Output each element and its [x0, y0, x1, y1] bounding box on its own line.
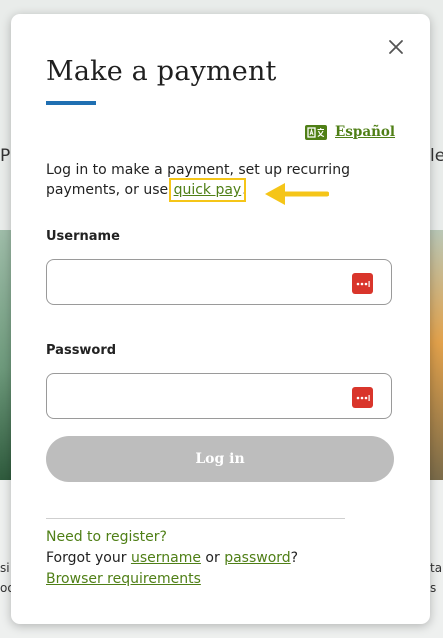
background-link-left-1: si — [0, 561, 10, 575]
quick-pay-link[interactable]: quick pay — [168, 178, 247, 202]
background-link-right-1: ta — [430, 561, 443, 575]
forgot-username-link[interactable]: username — [131, 550, 201, 566]
forgot-or: or — [200, 550, 225, 566]
login-button[interactable]: Log in — [46, 436, 394, 482]
password-field[interactable] — [46, 373, 392, 419]
translate-icon — [305, 124, 327, 140]
password-manager-button-username[interactable] — [352, 273, 373, 294]
password-manager-button-password[interactable] — [352, 387, 373, 408]
forgot-prefix: Forgot your — [46, 550, 131, 566]
title-underline — [46, 101, 96, 105]
background-text-right: le — [430, 146, 443, 166]
language-link-label: Español — [335, 124, 396, 140]
divider — [46, 518, 345, 519]
username-label: Username — [46, 229, 120, 244]
password-manager-icon — [356, 280, 370, 287]
language-toggle-link[interactable]: Español — [305, 124, 395, 140]
page-title: Make a payment — [46, 56, 277, 87]
background-link-right-2: s — [430, 581, 437, 595]
username-input[interactable] — [47, 260, 361, 304]
register-link[interactable]: Need to register? — [46, 529, 167, 545]
password-input[interactable] — [47, 374, 361, 418]
username-field[interactable] — [46, 259, 392, 305]
background-text-left: P — [0, 146, 11, 166]
forgot-password-link[interactable]: password — [224, 550, 290, 566]
close-button[interactable] — [385, 36, 407, 58]
password-label: Password — [46, 343, 117, 358]
background-illustration-right — [430, 230, 443, 480]
browser-requirements-link[interactable]: Browser requirements — [46, 571, 201, 587]
intro-text-end: . — [242, 182, 247, 198]
password-manager-icon — [356, 394, 370, 401]
help-links: Need to register? Forgot your username o… — [46, 527, 298, 590]
payment-modal: Make a payment Español Log in to make a … — [11, 14, 430, 624]
forgot-suffix: ? — [290, 550, 299, 566]
close-icon — [389, 40, 403, 54]
arrow-left-icon — [265, 183, 329, 205]
intro-text: Log in to make a payment, set up recurri… — [46, 160, 386, 202]
